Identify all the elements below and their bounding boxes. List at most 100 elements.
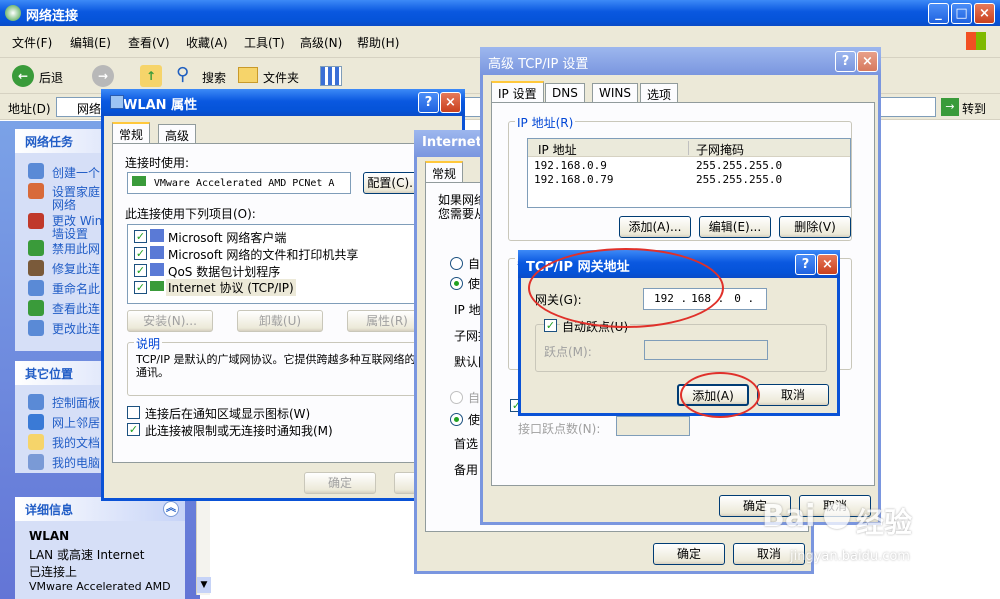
network-adapter-icon [110,95,124,109]
items-list[interactable]: ✓ Microsoft 网络客户端 ✓ Microsoft 网络的文件和打印机共… [127,224,427,304]
auto-dns-radio[interactable] [450,391,463,404]
task-rename[interactable]: 重命名此 [52,280,100,297]
octet-dot: . [740,292,755,305]
forward-arrow-icon[interactable]: → [92,65,114,87]
gateway-close-button[interactable]: × [817,254,838,275]
inet-ok-label: 确定 [676,547,701,561]
go-arrow-icon[interactable]: → [941,98,959,116]
place-my-computer[interactable]: 我的电脑 [52,454,100,471]
close-button[interactable]: × [974,3,995,24]
search-icon[interactable]: ⚲ [176,64,198,86]
wlan-help-button[interactable]: ? [418,92,439,113]
menu-edit[interactable]: 编辑(E) [70,34,111,51]
task-change-settings[interactable]: 更改此连 [52,320,100,337]
task-create-connection[interactable]: 创建一个 [52,164,100,181]
scroll-down-icon[interactable]: ▼ [197,577,211,593]
wlan-general-panel: 连接时使用: VMware Accelerated AMD PCNet A 配置… [112,143,454,463]
manual-ip-radio[interactable] [450,277,463,290]
details-type: LAN 或高速 Internet [29,548,145,562]
adapter-field: VMware Accelerated AMD PCNet A [127,172,351,194]
place-network[interactable]: 网上邻居 [52,414,100,431]
place-my-documents[interactable]: 我的文档 [52,434,100,451]
back-arrow-icon[interactable]: ← [12,65,34,87]
wlan-close-button[interactable]: × [440,92,461,113]
network-tasks-title: 网络任务 [25,135,74,149]
collapse-chevron-icon[interactable]: ︽ [163,501,179,517]
ip-delete-button[interactable]: 删除(V) [779,216,851,238]
menu-tools[interactable]: 工具(T) [244,34,285,51]
protocol-icon [150,281,164,291]
inet-tab-general[interactable]: 常规 [425,161,464,183]
menu-help[interactable]: 帮助(H) [357,34,399,51]
ip-address-group: IP 地址(R) IP 地址 子网掩码 192.168.0.9 255.255.… [508,114,852,241]
item-checkbox[interactable]: ✓ [134,247,147,260]
minimize-button[interactable]: _ [928,3,949,24]
ip-add-button[interactable]: 添加(A)... [619,216,691,238]
table-row[interactable]: 192.168.0.79 255.255.255.0 [528,173,850,187]
gateway-cancel-button[interactable]: 取消 [757,384,829,406]
maximize-button[interactable]: □ [951,3,972,24]
table-row[interactable]: 192.168.0.9 255.255.255.0 [528,159,850,173]
wlan-title-bar: WLAN 属性 [101,89,465,116]
item-label-tcpip[interactable]: Internet 协议 (TCP/IP) [166,279,296,296]
tab-advanced[interactable]: 高级 [158,124,197,144]
metric-label: 跃点(M): [544,345,592,359]
auto-ip-radio[interactable] [450,257,463,270]
item-checkbox[interactable]: ✓ [134,264,147,277]
menu-file[interactable]: 文件(F) [12,34,52,51]
details-adapter: VMware Accelerated AMD [29,580,171,593]
adv-help-button[interactable]: ? [835,51,856,72]
tab-dns[interactable]: DNS [545,83,585,103]
gateway-help-button[interactable]: ? [795,254,816,275]
tab-options[interactable]: 选项 [640,83,679,103]
wlan-ok-button[interactable]: 确定 [304,472,376,494]
metric-group: ✓ 自动跃点(U) 跃点(M): [535,318,827,372]
column-mask[interactable]: 子网掩码 [696,141,744,158]
manual-dns-radio[interactable] [450,413,463,426]
task-disable[interactable]: 禁用此网 [52,240,100,257]
column-ip[interactable]: IP 地址 [538,141,577,158]
tab-general[interactable]: 常规 [112,122,151,144]
ip-address-table[interactable]: IP 地址 子网掩码 192.168.0.9 255.255.255.0 192… [527,138,851,208]
task-repair[interactable]: 修复此连 [52,260,100,277]
folders-icon[interactable] [238,67,258,83]
uninstall-label: 卸载(U) [258,314,302,328]
folders-button-label[interactable]: 文件夹 [263,69,299,86]
menu-advanced[interactable]: 高级(N) [300,34,342,51]
menu-view[interactable]: 查看(V) [128,34,170,51]
notify-checkbox[interactable]: ✓ [127,423,140,436]
menu-favorites[interactable]: 收藏(A) [186,34,228,51]
show-icon-label[interactable]: 连接后在通知区域显示图标(W) [145,405,310,422]
auto-metric-gateway-checkbox[interactable]: ✓ [544,319,557,332]
item-checkbox[interactable]: ✓ [134,281,147,294]
task-view-status[interactable]: 查看此连 [52,300,100,317]
metric-input[interactable] [644,340,768,360]
adv-close-button[interactable]: × [857,51,878,72]
go-button-label[interactable]: 转到 [962,100,986,117]
tab-options-label: 选项 [647,88,672,102]
interface-metric-input[interactable] [616,416,690,436]
ip-edit-button[interactable]: 编辑(E)... [699,216,771,238]
install-button[interactable]: 安装(N)... [127,310,213,332]
task-home-network-line2[interactable]: 网络 [52,196,76,213]
tab-wins[interactable]: WINS [592,83,638,103]
show-icon-checkbox[interactable] [127,406,140,419]
inet-ok-button[interactable]: 确定 [653,543,725,565]
notify-label[interactable]: 此连接被限制或无连接时通知我(M) [145,422,333,439]
back-button-label[interactable]: 后退 [39,69,63,86]
address-value: 网络 [77,102,102,116]
up-folder-icon[interactable]: ↑ [140,65,162,87]
ip-address-label: IP 地 [454,303,481,317]
views-icon[interactable] [320,66,342,86]
place-control-panel[interactable]: 控制面板 [52,394,100,411]
install-label: 安装(N)... [143,314,197,328]
alternate-dns-label: 备用 [454,463,479,477]
search-button-label[interactable]: 搜索 [202,69,226,86]
item-checkbox[interactable]: ✓ [134,230,147,243]
window-title: 网络连接 [26,9,79,24]
uninstall-button[interactable]: 卸载(U) [237,310,323,332]
main-title-bar: 网络连接 [0,0,1000,26]
tab-ip-settings[interactable]: IP 设置 [491,81,544,103]
details-status: 已连接上 [29,565,78,579]
adv-dialog-title: 高级 TCP/IP 设置 [488,57,589,72]
